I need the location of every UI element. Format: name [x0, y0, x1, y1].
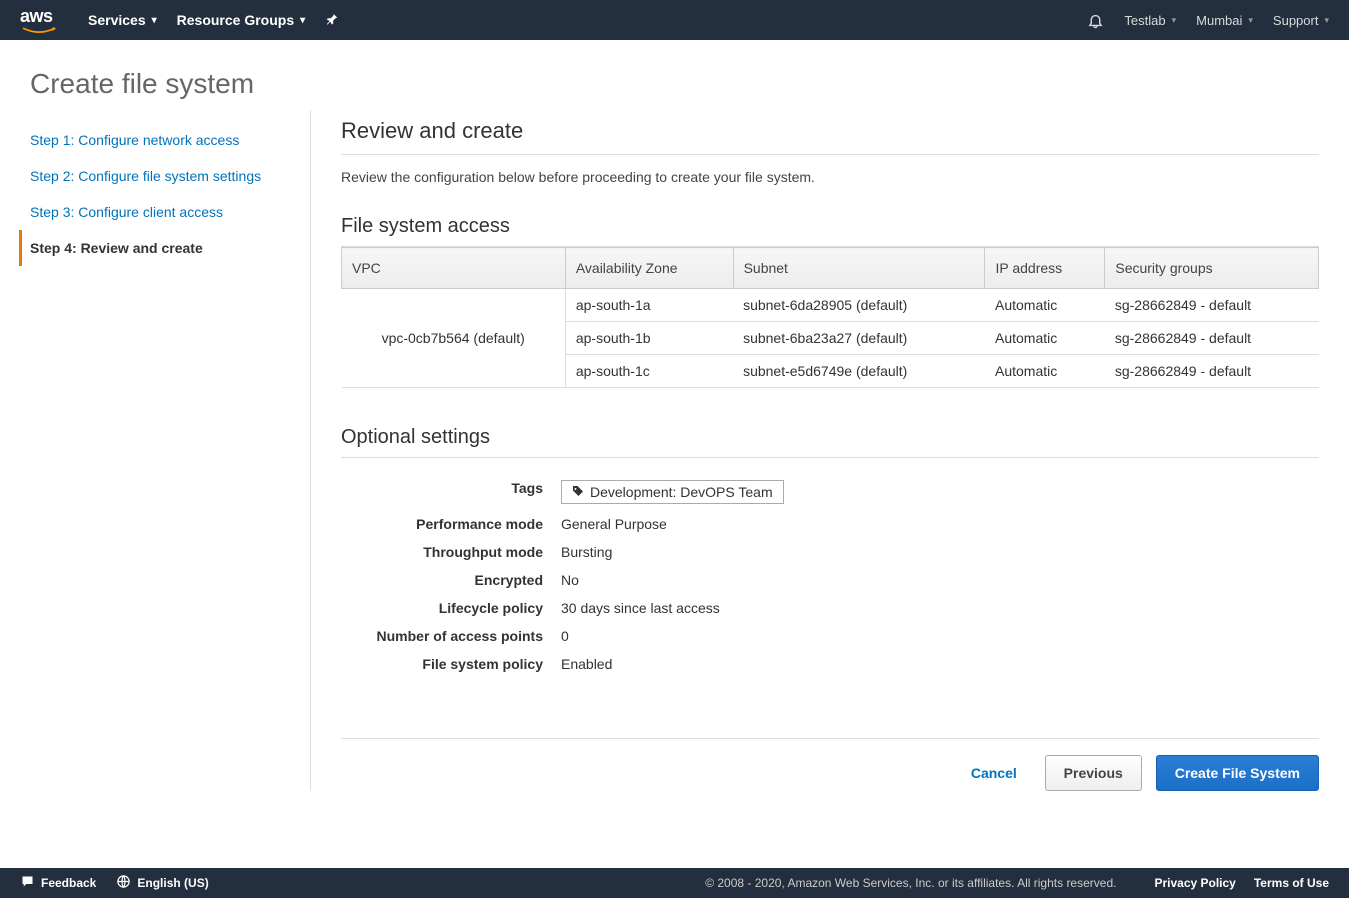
feedback-link[interactable]: Feedback — [20, 874, 96, 892]
tag-chip: Development: DevOPS Team — [561, 480, 784, 504]
table-row: vpc-0cb7b564 (default) ap-south-1a subne… — [342, 289, 1319, 322]
perf-label: Performance mode — [341, 516, 561, 532]
main-content: Review and create Review the configurati… — [310, 110, 1319, 791]
services-menu[interactable]: Services▾ — [88, 12, 157, 28]
top-nav: aws Services▾ Resource Groups▾ Testlab▾ … — [0, 0, 1349, 40]
col-ip: IP address — [985, 248, 1105, 289]
ap-value: 0 — [561, 628, 569, 644]
tag-icon — [572, 485, 584, 500]
col-sg: Security groups — [1105, 248, 1319, 289]
previous-button[interactable]: Previous — [1045, 755, 1142, 791]
caret-down-icon: ▾ — [1248, 15, 1253, 26]
step-4[interactable]: Step 4: Review and create — [19, 230, 290, 266]
vpc-cell: vpc-0cb7b564 (default) — [342, 289, 566, 388]
ap-label: Number of access points — [341, 628, 561, 644]
bottom-bar: Feedback English (US) © 2008 - 2020, Ama… — [0, 868, 1349, 898]
privacy-link[interactable]: Privacy Policy — [1154, 876, 1235, 890]
step-2[interactable]: Step 2: Configure file system settings — [30, 158, 290, 194]
region-menu[interactable]: Mumbai▾ — [1196, 13, 1253, 28]
globe-icon — [116, 874, 131, 892]
caret-down-icon: ▾ — [152, 15, 157, 26]
col-subnet: Subnet — [733, 248, 985, 289]
col-vpc: VPC — [342, 248, 566, 289]
pol-value: Enabled — [561, 656, 612, 672]
tput-value: Bursting — [561, 544, 612, 560]
caret-down-icon: ▾ — [1172, 15, 1177, 26]
optional-title: Optional settings — [341, 426, 1319, 458]
account-menu[interactable]: Testlab▾ — [1124, 13, 1176, 28]
pol-label: File system policy — [341, 656, 561, 672]
col-az: Availability Zone — [565, 248, 733, 289]
tag-text: Development: DevOPS Team — [590, 484, 773, 500]
review-title: Review and create — [341, 118, 1319, 155]
aws-logo-text: aws — [20, 6, 53, 26]
lc-label: Lifecycle policy — [341, 600, 561, 616]
enc-label: Encrypted — [341, 572, 561, 588]
step-3[interactable]: Step 3: Configure client access — [30, 194, 290, 230]
notifications-icon[interactable] — [1087, 12, 1104, 29]
caret-down-icon: ▾ — [300, 15, 305, 26]
chat-icon — [20, 874, 35, 892]
copyright-text: © 2008 - 2020, Amazon Web Services, Inc.… — [705, 876, 1116, 890]
aws-swoosh-icon — [20, 27, 58, 35]
aws-logo[interactable]: aws — [20, 6, 58, 35]
create-button[interactable]: Create File System — [1156, 755, 1319, 791]
lc-value: 30 days since last access — [561, 600, 720, 616]
resource-groups-menu[interactable]: Resource Groups▾ — [177, 12, 306, 28]
language-selector[interactable]: English (US) — [116, 874, 208, 892]
pin-icon[interactable] — [325, 13, 339, 27]
tput-label: Throughput mode — [341, 544, 561, 560]
fs-access-title: File system access — [341, 215, 1319, 247]
terms-link[interactable]: Terms of Use — [1254, 876, 1329, 890]
optional-settings: Tags Development: DevOPS Team Performanc… — [341, 474, 1319, 678]
review-desc: Review the configuration below before pr… — [341, 169, 1319, 185]
step-1[interactable]: Step 1: Configure network access — [30, 122, 290, 158]
cancel-button[interactable]: Cancel — [957, 755, 1031, 791]
enc-value: No — [561, 572, 579, 588]
tags-label: Tags — [341, 480, 561, 504]
caret-down-icon: ▾ — [1324, 15, 1329, 26]
wizard-steps: Step 1: Configure network access Step 2:… — [30, 110, 310, 791]
support-menu[interactable]: Support▾ — [1273, 13, 1329, 28]
wizard-actions: Cancel Previous Create File System — [341, 738, 1319, 791]
perf-value: General Purpose — [561, 516, 667, 532]
page-title: Create file system — [0, 40, 1349, 110]
fs-access-table: VPC Availability Zone Subnet IP address … — [341, 247, 1319, 388]
